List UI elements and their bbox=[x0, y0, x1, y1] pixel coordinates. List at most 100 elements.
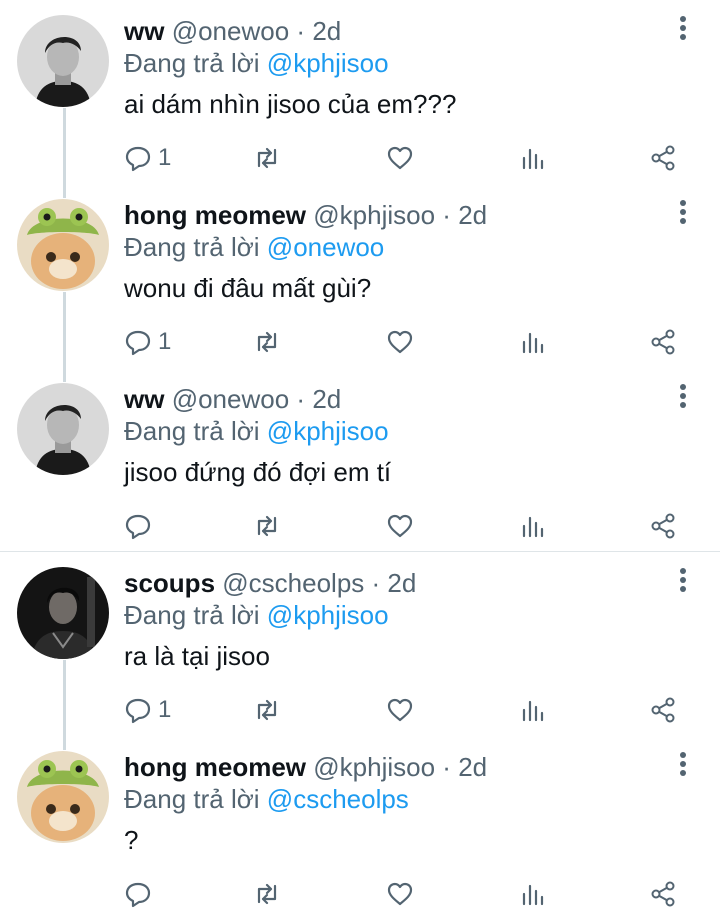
like-button[interactable] bbox=[386, 878, 414, 910]
share-icon bbox=[651, 145, 675, 171]
avatar[interactable] bbox=[17, 383, 109, 475]
reply-tweet[interactable]: scoups @cscheolps · 2d Đang trả lời @kph… bbox=[0, 552, 720, 736]
retweet-button[interactable] bbox=[253, 510, 281, 542]
retweet-icon bbox=[257, 699, 277, 721]
cat-avatar-image bbox=[17, 199, 109, 291]
tweet-text: wonu đi đâu mất gùi? bbox=[124, 273, 372, 303]
separator-dot: · bbox=[442, 752, 451, 782]
retweet-button[interactable] bbox=[253, 878, 281, 910]
action-bar: 1 bbox=[0, 694, 720, 726]
share-button[interactable] bbox=[649, 510, 677, 542]
reply-tweet[interactable]: hong meomew @kphjisoo · 2d Đang trả lời … bbox=[0, 736, 720, 913]
reply-button[interactable] bbox=[124, 510, 158, 542]
share-button[interactable] bbox=[649, 326, 677, 358]
heart-icon bbox=[387, 330, 413, 354]
display-name[interactable]: hong meomew bbox=[124, 200, 306, 230]
retweet-button[interactable] bbox=[253, 326, 281, 358]
mention-link[interactable]: @cscheolps bbox=[267, 784, 409, 814]
avatar[interactable] bbox=[17, 751, 109, 843]
person-grayscale-avatar-image bbox=[17, 383, 109, 475]
avatar[interactable] bbox=[17, 567, 109, 659]
mention-link[interactable]: @onewoo bbox=[267, 232, 384, 262]
more-options-icon[interactable] bbox=[668, 568, 698, 602]
reply-tweet[interactable]: ww @onewoo · 2d Đang trả lời @kphjisoo a… bbox=[0, 0, 720, 184]
stats-icon bbox=[522, 148, 544, 170]
reply-button[interactable]: 1 bbox=[124, 694, 171, 726]
user-handle[interactable]: @onewoo bbox=[172, 16, 289, 46]
reply-count: 1 bbox=[158, 696, 172, 723]
mention-link[interactable]: @kphjisoo bbox=[267, 48, 389, 78]
tweet-text: jisoo đứng đó đợi em tí bbox=[124, 457, 392, 487]
action-bar: 1 bbox=[0, 326, 720, 358]
action-bar bbox=[0, 510, 720, 542]
tweet-header: hong meomew @kphjisoo · 2d bbox=[124, 750, 487, 784]
avatar[interactable] bbox=[17, 199, 109, 291]
more-options-icon[interactable] bbox=[668, 752, 698, 786]
share-button[interactable] bbox=[649, 878, 677, 910]
stats-icon bbox=[522, 516, 544, 538]
share-button[interactable] bbox=[649, 694, 677, 726]
display-name[interactable]: scoups bbox=[124, 568, 215, 598]
stats-icon bbox=[522, 700, 544, 722]
more-options-icon[interactable] bbox=[668, 200, 698, 234]
timestamp[interactable]: 2d bbox=[458, 200, 487, 230]
replying-prefix: Đang trả lời bbox=[124, 784, 260, 814]
reply-icon bbox=[125, 882, 151, 908]
tweet-header: ww @onewoo · 2d bbox=[124, 382, 341, 416]
share-button[interactable] bbox=[649, 142, 677, 174]
user-handle[interactable]: @cscheolps bbox=[222, 568, 364, 598]
reply-icon bbox=[125, 330, 151, 356]
stats-icon bbox=[522, 884, 544, 906]
replying-prefix: Đang trả lời bbox=[124, 48, 260, 78]
action-bar bbox=[0, 878, 720, 910]
person-grayscale-avatar-image bbox=[17, 15, 109, 107]
replying-prefix: Đang trả lời bbox=[124, 600, 260, 630]
like-button[interactable] bbox=[386, 326, 414, 358]
replying-to: Đang trả lời @kphjisoo bbox=[124, 598, 389, 632]
heart-icon bbox=[387, 698, 413, 722]
views-button[interactable] bbox=[519, 694, 547, 726]
timestamp[interactable]: 2d bbox=[312, 16, 341, 46]
views-button[interactable] bbox=[519, 142, 547, 174]
views-button[interactable] bbox=[519, 878, 547, 910]
more-options-icon[interactable] bbox=[668, 16, 698, 50]
more-options-icon[interactable] bbox=[668, 384, 698, 418]
user-handle[interactable]: @onewoo bbox=[172, 384, 289, 414]
replying-to: Đang trả lời @onewoo bbox=[124, 230, 384, 264]
like-button[interactable] bbox=[386, 694, 414, 726]
reply-tweet[interactable]: ww @onewoo · 2d Đang trả lời @kphjisoo j… bbox=[0, 368, 720, 552]
tweet-text: ? bbox=[124, 825, 139, 855]
separator-dot: · bbox=[296, 384, 306, 414]
tweet-header: scoups @cscheolps · 2d bbox=[124, 566, 416, 600]
like-button[interactable] bbox=[386, 142, 414, 174]
retweet-button[interactable] bbox=[253, 694, 281, 726]
user-handle[interactable]: @kphjisoo bbox=[313, 200, 435, 230]
timestamp[interactable]: 2d bbox=[458, 752, 487, 782]
retweet-icon bbox=[257, 331, 277, 353]
reply-icon bbox=[125, 146, 151, 172]
share-icon bbox=[651, 697, 675, 723]
like-button[interactable] bbox=[386, 510, 414, 542]
reply-count: 1 bbox=[158, 328, 172, 355]
user-handle[interactable]: @kphjisoo bbox=[313, 752, 435, 782]
display-name[interactable]: ww bbox=[124, 16, 164, 46]
reply-icon bbox=[125, 514, 151, 540]
mention-link[interactable]: @kphjisoo bbox=[267, 416, 389, 446]
views-button[interactable] bbox=[519, 326, 547, 358]
mention-link[interactable]: @kphjisoo bbox=[267, 600, 389, 630]
reply-button[interactable]: 1 bbox=[124, 142, 171, 174]
reply-tweet[interactable]: hong meomew @kphjisoo · 2d Đang trả lời … bbox=[0, 184, 720, 368]
reply-button[interactable] bbox=[124, 878, 158, 910]
views-button[interactable] bbox=[519, 510, 547, 542]
share-icon bbox=[651, 513, 675, 539]
retweet-button[interactable] bbox=[253, 142, 281, 174]
heart-icon bbox=[387, 146, 413, 170]
timestamp[interactable]: 2d bbox=[312, 384, 341, 414]
separator-dot: · bbox=[371, 568, 381, 598]
avatar[interactable] bbox=[17, 15, 109, 107]
display-name[interactable]: ww bbox=[124, 384, 164, 414]
person-dark-avatar-image bbox=[17, 567, 109, 659]
timestamp[interactable]: 2d bbox=[387, 568, 416, 598]
reply-button[interactable]: 1 bbox=[124, 326, 171, 358]
display-name[interactable]: hong meomew bbox=[124, 752, 306, 782]
